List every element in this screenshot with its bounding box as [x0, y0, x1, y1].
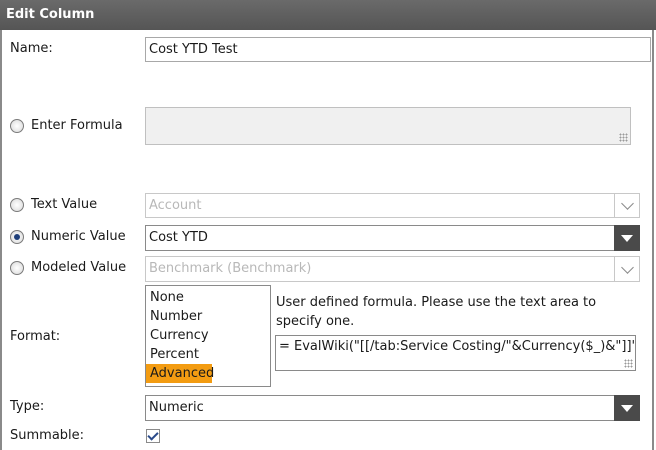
format-option-number[interactable]: Number [146, 307, 270, 326]
numeric-value-dropdown-button[interactable] [614, 225, 640, 251]
name-input[interactable]: Cost YTD Test [145, 37, 651, 62]
format-listbox[interactable]: None Number Currency Percent Advanced [145, 285, 271, 387]
dialog-title: Edit Column [0, 0, 656, 30]
name-label: Name: [10, 41, 53, 56]
summable-checkbox[interactable] [146, 429, 160, 443]
format-help-text: User defined formula. Please use the tex… [276, 295, 597, 329]
modeled-value-dropdown-button [614, 256, 640, 282]
type-label: Type: [10, 399, 45, 414]
chevron-down-icon [620, 197, 634, 210]
summable-label: Summable: [10, 428, 85, 443]
format-label: Format: [10, 329, 61, 344]
triangle-down-icon [621, 404, 633, 412]
type-dropdown-button[interactable] [614, 395, 640, 421]
formula-textarea [145, 107, 631, 145]
chevron-down-icon [620, 260, 634, 274]
format-option-advanced[interactable]: Advanced [146, 364, 214, 383]
enter-formula-label: Enter Formula [31, 118, 123, 133]
enter-formula-radio[interactable] [10, 119, 24, 133]
text-value-dropdown-button [614, 193, 640, 218]
checkmark-icon [147, 429, 159, 441]
format-option-percent[interactable]: Percent [146, 345, 270, 364]
numeric-value-label: Numeric Value [31, 229, 126, 244]
resize-grip-icon [619, 133, 628, 142]
format-option-currency[interactable]: Currency [146, 326, 270, 345]
modeled-value-label: Modeled Value [31, 260, 127, 275]
type-select[interactable]: Numeric [145, 395, 615, 421]
modeled-value-radio[interactable] [10, 261, 24, 275]
resize-grip-icon[interactable] [624, 359, 633, 368]
numeric-value-radio[interactable] [10, 230, 24, 244]
text-value-label: Text Value [31, 197, 98, 212]
text-value-radio[interactable] [10, 198, 24, 212]
triangle-down-icon [621, 234, 633, 242]
modeled-value-select: Benchmark (Benchmark) [145, 256, 615, 282]
format-option-none[interactable]: None [146, 288, 270, 307]
text-value-select: Account [145, 193, 615, 218]
advanced-formula-text: = EvalWiki("[[/tab:Service Costing/"&Cur… [279, 339, 636, 354]
advanced-formula-textarea[interactable]: = EvalWiki("[[/tab:Service Costing/"&Cur… [275, 335, 636, 371]
numeric-value-select[interactable]: Cost YTD [145, 225, 615, 251]
